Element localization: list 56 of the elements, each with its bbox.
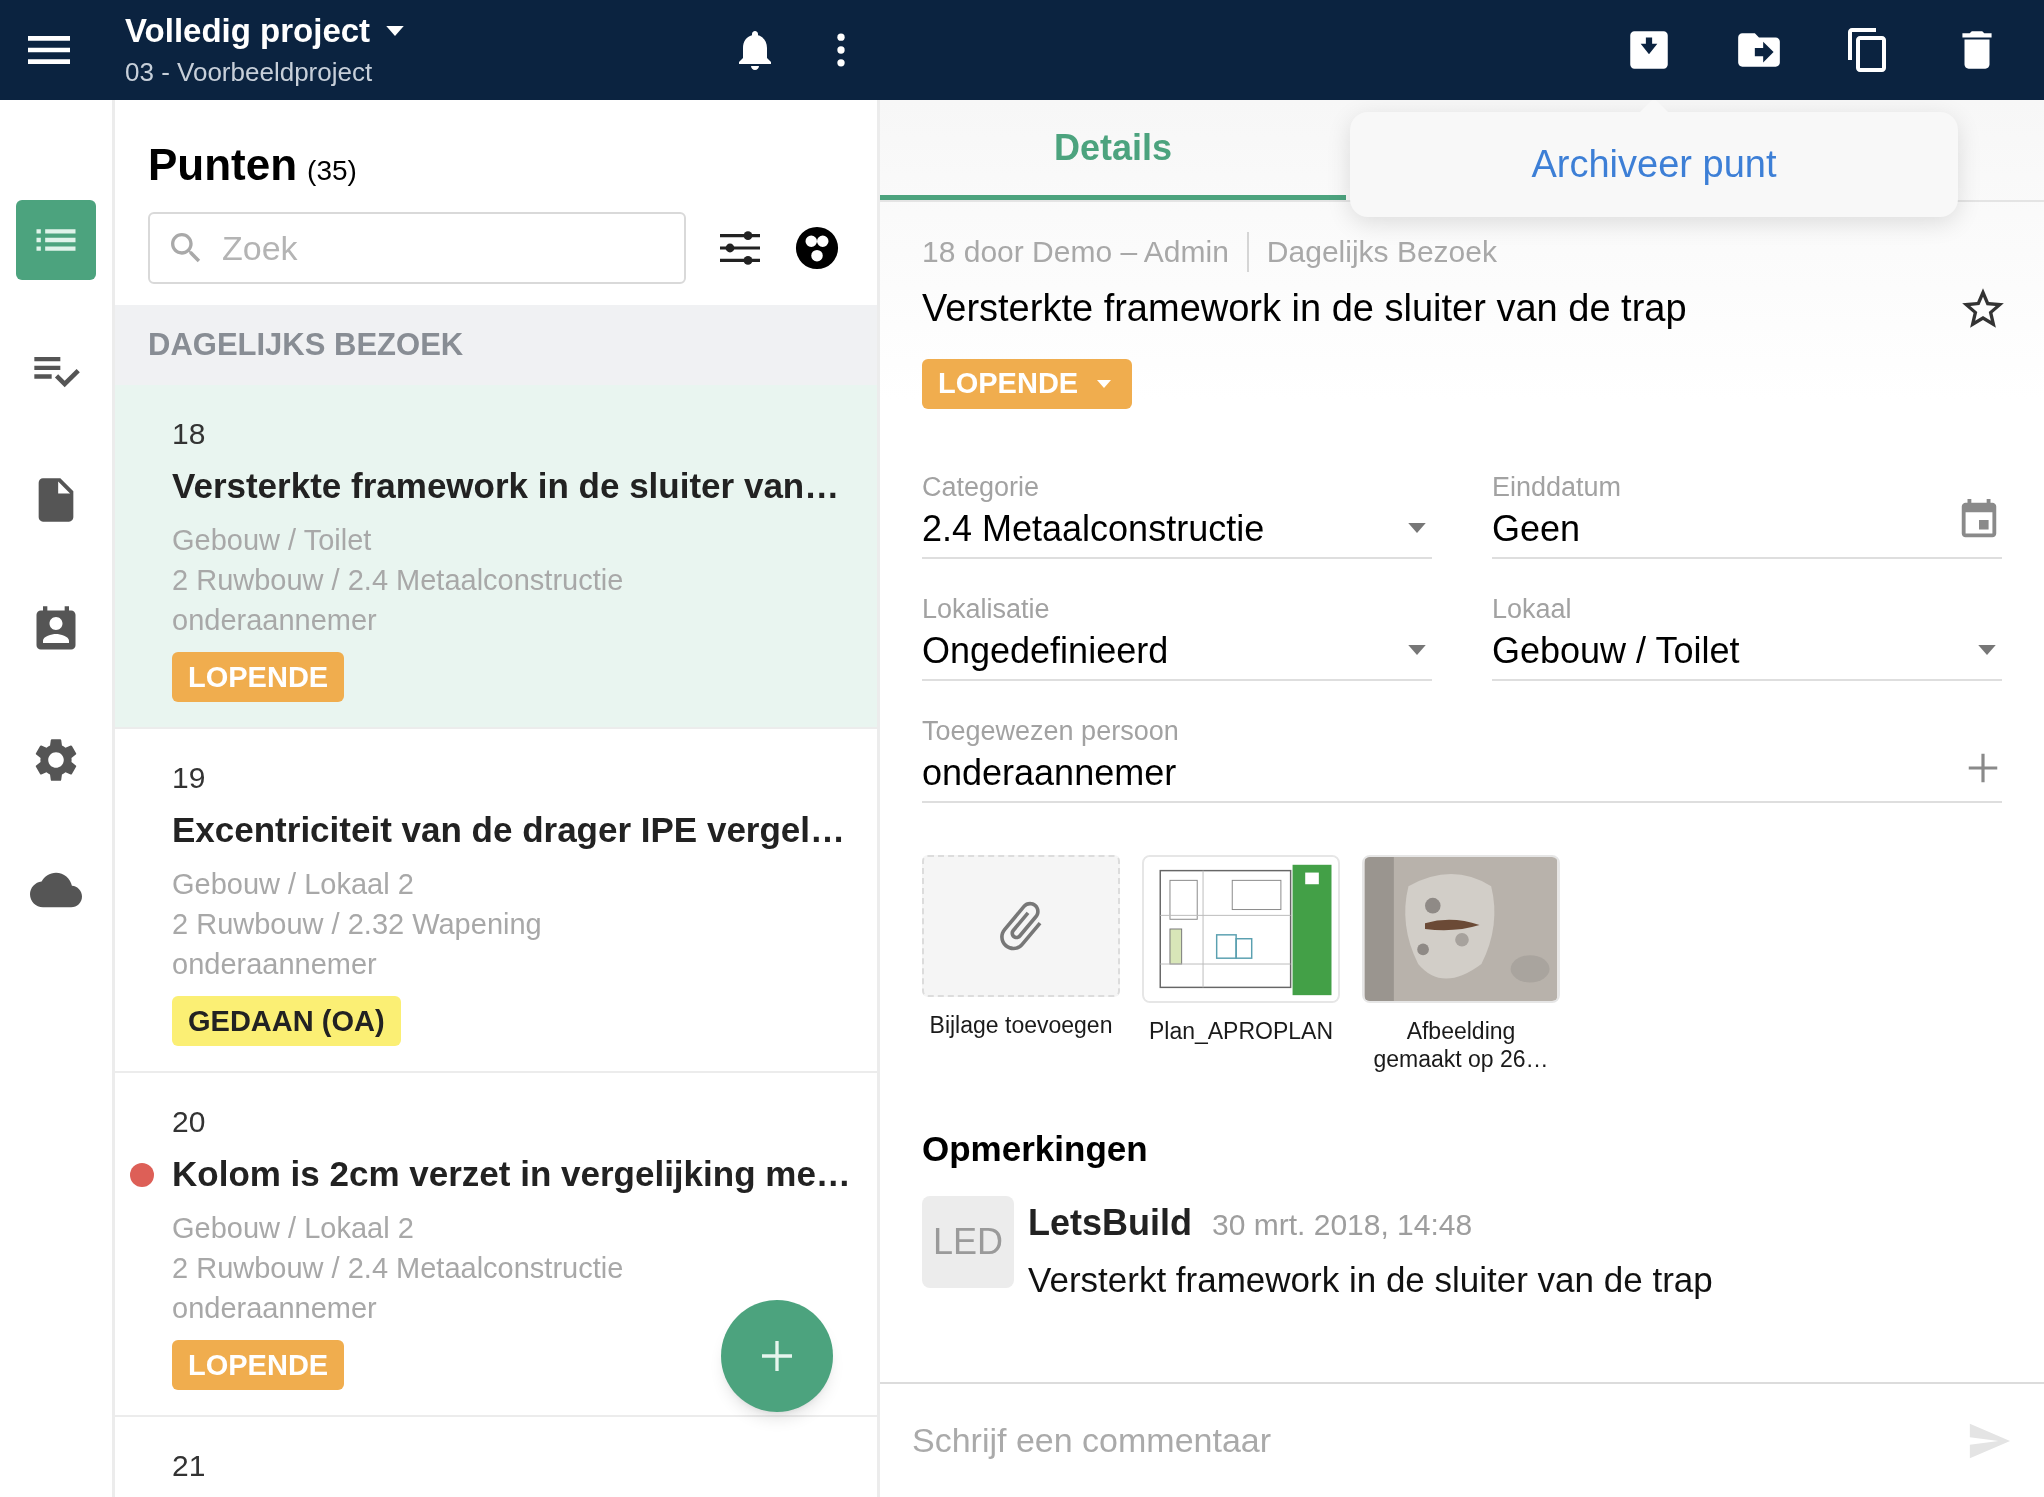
list-title: Punten xyxy=(148,139,298,191)
list-count: (35) xyxy=(307,154,357,188)
field-value: Gebouw / Toilet xyxy=(1492,629,1740,673)
attachment-caption: Bijlage toevoegen xyxy=(928,1011,1114,1039)
item-assignee: onderaannemer xyxy=(172,603,378,638)
comment-time: 30 mrt. 2018, 14:48 xyxy=(1212,1206,1473,1243)
field-label: Categorie xyxy=(922,471,1041,504)
add-attachment-tile[interactable] xyxy=(922,855,1120,997)
avatar: LED xyxy=(922,1195,1014,1288)
item-location: Gebouw / Toilet xyxy=(172,523,373,558)
item-title: Kolom is 2cm verzet in vergelijking me… xyxy=(172,1154,851,1193)
item-category: 2 Ruwbouw / 2.4 Metaalconstructie xyxy=(172,1251,625,1286)
comment-field[interactable]: Schrijf een commentaar xyxy=(912,1415,1966,1466)
item-assignee: onderaannemer xyxy=(172,947,378,982)
item-number: 21 xyxy=(172,1448,207,1484)
field-label: Toegewezen persoon xyxy=(922,715,1179,748)
field-label: Lokaal xyxy=(1492,593,1573,626)
field-value: 2.4 Metaalconstructie xyxy=(922,507,1265,551)
item-location: Gebouw / Lokaal 2 xyxy=(172,867,415,902)
form-field[interactable]: Lokalisatie Ongedefinieerd xyxy=(922,571,1432,681)
item-category: 2 Ruwbouw / 2.4 Metaalconstructie xyxy=(172,563,625,598)
field-label: Einddatum xyxy=(1492,471,1622,504)
point-type: Dagelijks Bezoek xyxy=(1266,234,1497,270)
comments-title: Opmerkingen xyxy=(922,1128,1149,1170)
form-field[interactable]: Toegewezen persoon onderaannemer xyxy=(922,693,2002,803)
item-title: Excentriciteit van de drager IPE vergel… xyxy=(172,810,846,849)
project-title[interactable]: Volledig project xyxy=(125,11,371,51)
comment-author: LetsBuild xyxy=(1028,1200,1192,1245)
point-author: 18 door Demo – Admin xyxy=(922,234,1229,270)
field-value: Ongedefinieerd xyxy=(922,629,1169,673)
attachment-caption: Afbeelding gemaakt op 26… xyxy=(1372,1017,1550,1073)
field-value: Geen xyxy=(1492,507,1582,551)
item-number: 19 xyxy=(172,760,207,796)
field-label: Lokalisatie xyxy=(922,593,1051,626)
item-number: 20 xyxy=(172,1104,207,1140)
item-number: 18 xyxy=(172,416,207,452)
status-badge: LOPENDE xyxy=(172,652,345,702)
project-subtitle: 03 - Voorbeeldproject xyxy=(125,56,374,89)
field-value: onderaannemer xyxy=(922,751,1178,795)
list-item[interactable]: 18 Versterkte framework in de sluiter van… Gebouw / Toilet 2 Ruwbouw / 2.4 Metaalconstructie onderaannemer LOPENDE xyxy=(115,385,877,729)
item-location: Gebouw / Lokaal 2 xyxy=(172,1211,415,1246)
search-field[interactable]: Zoek xyxy=(148,212,686,284)
status-badge: LOPENDE xyxy=(172,1340,345,1390)
section-header: DAGELIJKS BEZOEK xyxy=(115,305,877,385)
group-icon[interactable] xyxy=(794,225,840,271)
point-title: Versterkte framework in de sluiter van de trap xyxy=(922,286,1687,331)
comment-text: Versterkt framework in de sluiter van de trap xyxy=(1028,1258,1713,1301)
attachment-caption: Plan_APROPLAN xyxy=(1148,1017,1334,1045)
form-field[interactable]: Lokaal Gebouw / Toilet xyxy=(1492,571,2002,681)
tooltip: Archiveer punt xyxy=(1350,112,1958,217)
form-field[interactable]: Einddatum Geen xyxy=(1492,449,2002,559)
item-title: Versterkte framework in de sluiter van… xyxy=(172,466,840,505)
form-field[interactable]: Categorie 2.4 Metaalconstructie xyxy=(922,449,1432,559)
status-badge: GEDAAN (OA) xyxy=(172,996,401,1046)
item-assignee: onderaannemer xyxy=(172,1291,378,1326)
item-category: 2 Ruwbouw / 2.32 Wapening xyxy=(172,907,543,942)
